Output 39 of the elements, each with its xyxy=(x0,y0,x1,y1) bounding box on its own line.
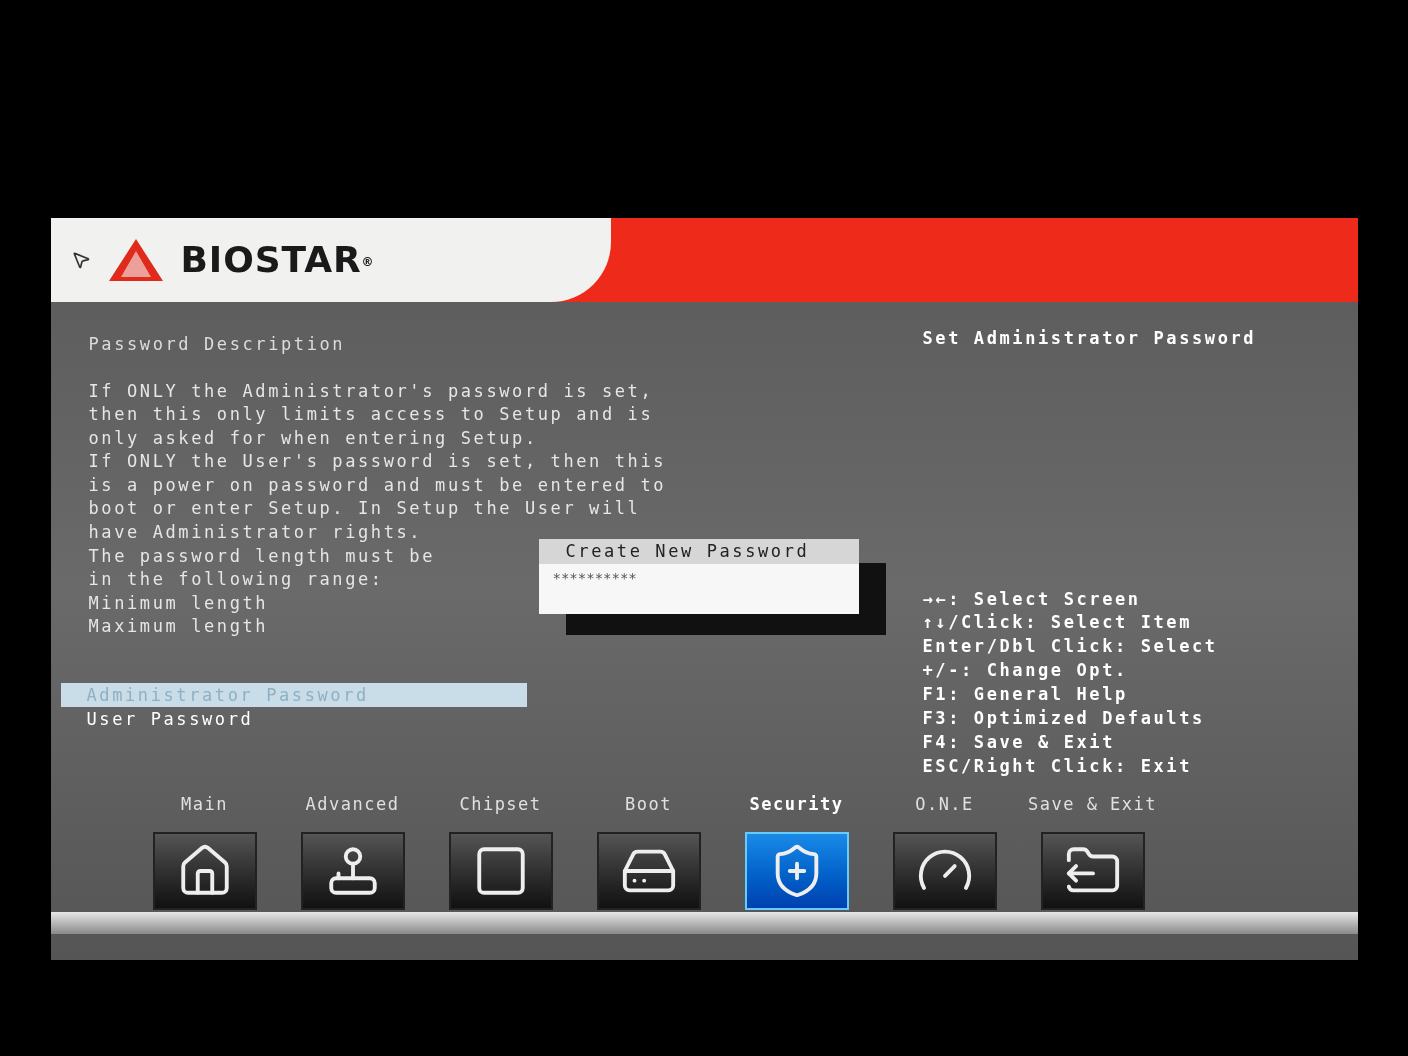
description-line: then this only limits access to Setup and is xyxy=(88,403,654,427)
description-line: If ONLY the User's password is set, then this xyxy=(88,450,667,474)
tab-label[interactable]: Boot xyxy=(625,792,672,816)
dialog-title: Create New Password xyxy=(538,539,859,564)
logo-triangle-icon xyxy=(106,237,165,283)
tab-label[interactable]: Save & Exit xyxy=(1027,792,1158,816)
description-line: is a power on password and must be entered to xyxy=(88,473,667,497)
help-key-line: ESC/Right Click: Exit xyxy=(922,754,1194,778)
tab-button[interactable] xyxy=(152,832,257,910)
tab-button[interactable] xyxy=(448,832,553,910)
tab-button[interactable] xyxy=(1040,832,1145,910)
description-line: have Administrator rights. xyxy=(88,521,423,545)
description-line: in the following range: xyxy=(88,568,384,592)
description-line: If ONLY the Administrator's password is set, xyxy=(88,379,654,403)
password-field[interactable]: ********** xyxy=(538,564,859,614)
tab-button[interactable] xyxy=(596,832,701,910)
tab-label[interactable]: Advanced xyxy=(305,792,400,816)
logo-text: BIOSTAR$^{®}$ xyxy=(180,238,375,282)
menu-item[interactable]: User Password xyxy=(60,707,527,732)
help-key-line: Enter/Dbl Click: Select xyxy=(922,635,1219,659)
help-key-line: +/-: Change Opt. xyxy=(922,659,1129,683)
description-line: Minimum length xyxy=(88,591,269,615)
description-line: only asked for when entering Setup. xyxy=(88,426,538,450)
help-key-line: F3: Optimized Defaults xyxy=(922,707,1206,731)
description-line: boot or enter Setup. In Setup the User will xyxy=(88,497,641,521)
tab-label[interactable]: O.N.E xyxy=(915,792,974,816)
tab-button[interactable] xyxy=(300,832,405,910)
help-key-line: F1: General Help xyxy=(922,683,1129,707)
tab-label[interactable]: Chipset xyxy=(459,792,542,816)
help-key-line: F4: Save & Exit xyxy=(922,730,1117,754)
description-line: The password length must be xyxy=(88,544,436,568)
description-line: Maximum length xyxy=(88,615,269,639)
tab-button[interactable] xyxy=(892,832,997,910)
help-title: Set Administrator Password xyxy=(922,327,1258,350)
help-key-line: ↑↓/Click: Select Item xyxy=(922,611,1194,635)
tab-label[interactable]: Main xyxy=(181,792,228,816)
description-title: Password Description xyxy=(88,333,346,356)
tab-label[interactable]: Security xyxy=(749,792,844,816)
help-key-line: →←: Select Screen xyxy=(922,587,1142,611)
